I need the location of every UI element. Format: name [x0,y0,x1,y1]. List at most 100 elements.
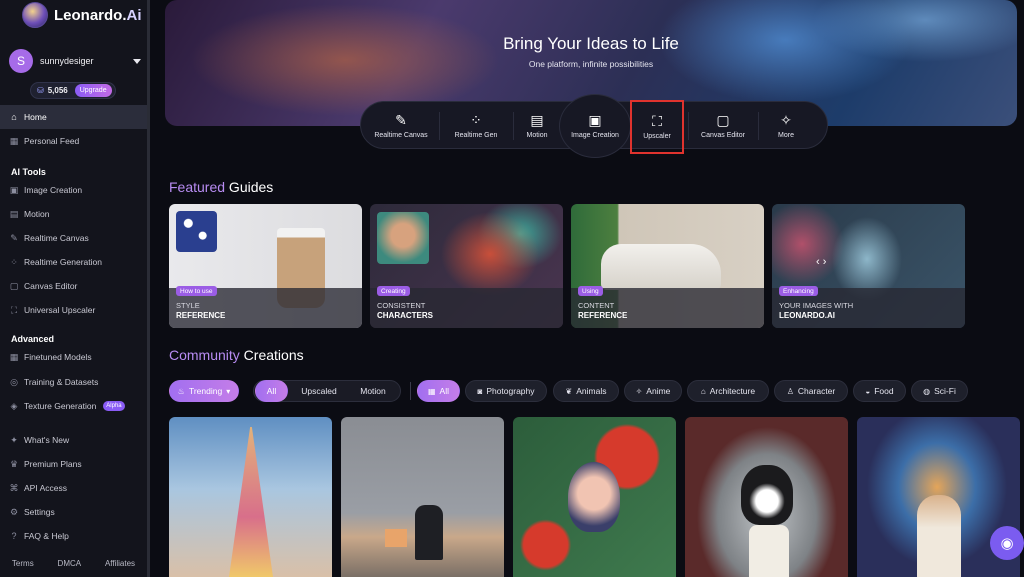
category-all[interactable]: ▦ All [417,380,460,402]
chevron-down-icon: ▾ [226,386,231,396]
brush-icon: ✎ [10,232,18,243]
hero-subtitle: One platform, infinite possibilities [528,59,654,69]
light-square [385,529,407,547]
tool-image-creation[interactable]: ▣ Image Creation [559,94,631,158]
film-icon: ▤ [530,112,544,128]
sidebar-item-texture-generation[interactable]: ◈ Texture Generation Alpha [0,394,147,418]
sort-dropdown[interactable]: ♨ Trending ▾ [169,380,239,402]
tool-realtime-gen[interactable]: ⁘ Realtime Gen [441,102,511,150]
guide-card-enhancing[interactable]: ‹ › Enhancing YOUR IMAGES WITH LEONARDO.… [772,204,965,328]
category-food[interactable]: ◒ Food [853,380,906,402]
category-anime[interactable]: ✧ Anime [624,380,682,402]
upgrade-button[interactable]: Upgrade [74,84,112,97]
building-icon: ⌂ [700,386,706,396]
gallery-image-eiffel[interactable] [169,417,332,577]
main-content: Bring Your Ideas to Life One platform, i… [153,0,1024,577]
section-advanced: Advanced [11,334,55,344]
guide-card-consistent-characters[interactable]: Creating CONSISTENT CHARACTERS [370,204,563,328]
gallery-image-seated-man[interactable] [341,417,504,577]
realtime-icon: ⁘ [10,256,18,267]
character-thumbnail [377,212,429,264]
dmca-link[interactable]: DMCA [58,559,82,568]
credits-badge: ⛁ 5,056 Upgrade [30,82,116,99]
sidebar-item-faq-help[interactable]: ? FAQ & Help [0,524,147,548]
category-character[interactable]: ♙ Character [774,380,848,402]
grid-icon: ▦ [9,135,19,146]
star-icon: ✧ [635,386,643,396]
sidebar-item-personal-feed[interactable]: ▦ Personal Feed [0,129,147,153]
gear-icon: ⚙ [9,506,19,517]
sidebar-item-realtime-generation[interactable]: ⁘ Realtime Generation [0,250,147,274]
section-ai-tools: AI Tools [11,167,46,177]
guide-card-content-reference[interactable]: Using CONTENT REFERENCE [571,204,764,328]
tool-launcher: ✎ Realtime Canvas ⁘ Realtime Gen ▤ Motio… [360,94,828,158]
media-filter-motion[interactable]: Motion [348,380,398,402]
guide-card-style-reference[interactable]: How to use STYLE REFERENCE [169,204,362,328]
sidebar-item-image-creation[interactable]: ▣ Image Creation [0,178,147,202]
sidebar-item-settings[interactable]: ⚙ Settings [0,500,147,524]
chevron-down-icon[interactable] [133,58,141,64]
tool-more[interactable]: ✧ More [760,102,812,150]
person-icon: ♙ [786,386,794,396]
tool-upscaler[interactable]: ⛶ Upscaler [630,100,684,154]
dog-head-shape [741,465,793,525]
planet-icon: ◍ [923,386,931,396]
coin-icon: ⛁ [37,86,44,95]
tool-motion[interactable]: ▤ Motion [515,102,559,150]
sidebar-item-universal-upscaler[interactable]: ⛶ Universal Upscaler [0,298,147,322]
compare-slider-handle[interactable]: ‹ › [816,256,826,268]
sparkle-icon: ✧ [780,112,792,128]
gallery-image-dog-king[interactable] [685,417,848,577]
tower-shape [229,427,273,577]
image-icon: ▣ [9,184,19,195]
sidebar-item-api-access[interactable]: ⌘ API Access [0,476,147,500]
portrait-shape [568,462,620,532]
figure-glass-shape [917,495,961,577]
divider [688,112,689,140]
divider [513,112,514,140]
sidebar-item-training-datasets[interactable]: ◎ Training & Datasets [0,370,147,394]
media-filter-all[interactable]: All [255,380,288,402]
sidebar-item-realtime-canvas[interactable]: ✎ Realtime Canvas [0,226,147,250]
sneaker-image [601,244,721,290]
gallery-image-poppies[interactable] [513,417,676,577]
sidebar-item-whats-new[interactable]: ✦ What's New [0,428,147,452]
upscale-icon: ⛶ [10,304,18,315]
tool-realtime-canvas[interactable]: ✎ Realtime Canvas [365,102,437,150]
category-photography[interactable]: ◙ Photography [465,380,547,402]
app-root: Leonardo.Ai S sunnydesiger ⛁ 5,056 Upgra… [0,0,1024,577]
upscale-icon: ⛶ [652,113,662,129]
sidebar-item-home[interactable]: ⌂ Home [0,105,147,129]
category-sci-fi[interactable]: ◍ Sci-Fi [911,380,968,402]
canvas-icon: ▢ [716,112,730,128]
pattern-thumbnail [176,211,217,252]
sidebar-item-premium-plans[interactable]: ♛ Premium Plans [0,452,147,476]
chat-support-button[interactable]: ◉ [990,526,1024,560]
help-icon: ? [11,531,17,541]
terms-link[interactable]: Terms [12,559,34,568]
logo-icon [22,2,48,28]
featured-guides-title: Featured Guides [169,179,274,195]
brand-logo[interactable]: Leonardo.Ai [22,2,142,28]
category-architecture[interactable]: ⌂ Architecture [687,380,769,402]
hero-title: Bring Your Ideas to Life [503,34,679,53]
affiliates-link[interactable]: Affiliates [105,559,135,568]
media-filter-upscaled[interactable]: Upscaled [292,380,346,402]
brush-icon: ✎ [395,112,407,128]
paw-icon: ❦ [565,386,573,396]
divider [439,112,440,140]
community-creations-title: Community Creations [169,347,304,363]
sidebar: Leonardo.Ai S sunnydesiger ⛁ 5,056 Upgra… [0,0,150,577]
image-icon: ▣ [588,112,602,128]
home-icon: ⌂ [11,112,17,122]
sidebar-item-motion[interactable]: ▤ Motion [0,202,147,226]
category-animals[interactable]: ❦ Animals [553,380,619,402]
user-menu[interactable]: S sunnydesiger [9,49,141,73]
username: sunnydesiger [40,56,94,66]
figure-shape [415,505,443,560]
tool-canvas-editor[interactable]: ▢ Canvas Editor [690,102,756,150]
sidebar-item-finetuned-models[interactable]: ▦ Finetuned Models [0,345,147,369]
crown-icon: ♛ [9,458,19,469]
sidebar-item-canvas-editor[interactable]: ▢ Canvas Editor [0,274,147,298]
sidebar-footer: Terms DMCA Affiliates [0,552,147,574]
